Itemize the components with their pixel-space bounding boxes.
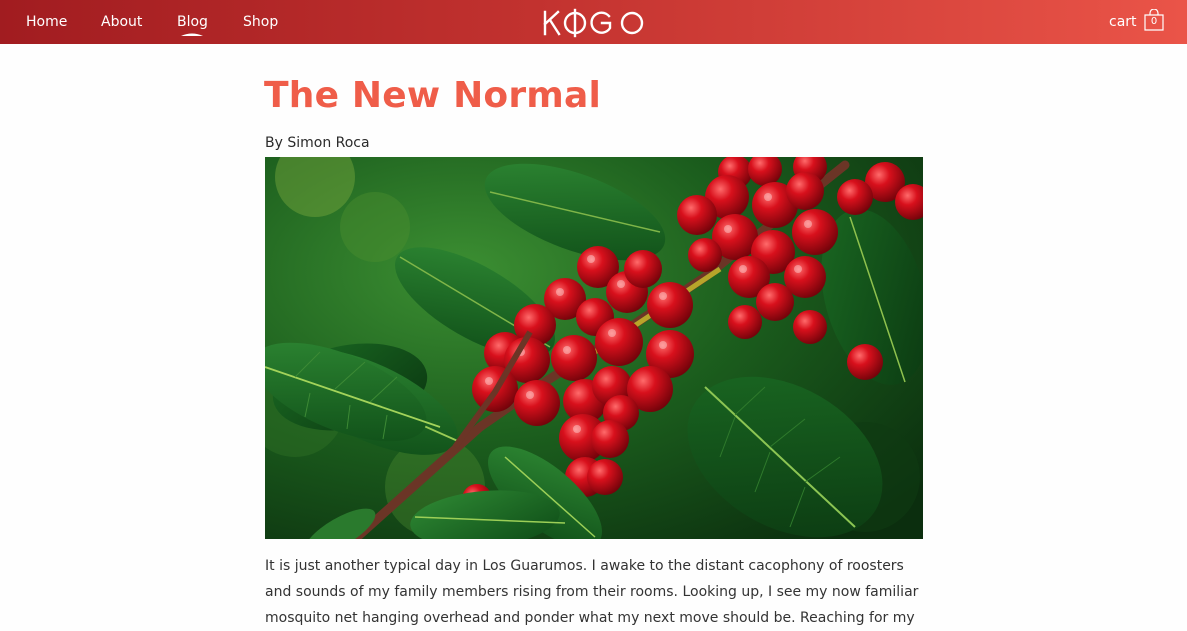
nav-shop-link[interactable]: Shop [243,13,278,31]
article-paragraph: It is just another typical day in Los Gu… [265,558,919,626]
nav-blog-link[interactable]: Blog [177,13,208,31]
article-title: The New Normal [264,75,602,116]
article-byline: By Simon Roca [265,135,370,151]
coffee-cherries-photo [265,157,923,539]
cart-link[interactable]: cart [1109,13,1137,31]
active-nav-indicator [181,33,203,36]
kogo-logo[interactable] [542,8,646,38]
nav-home-link[interactable]: Home [26,13,67,31]
nav-about-link[interactable]: About [101,13,142,31]
cart-count-badge: 0 [1150,16,1158,27]
top-navigation-bar: Home About Blog Shop cart 0 [0,0,1187,44]
